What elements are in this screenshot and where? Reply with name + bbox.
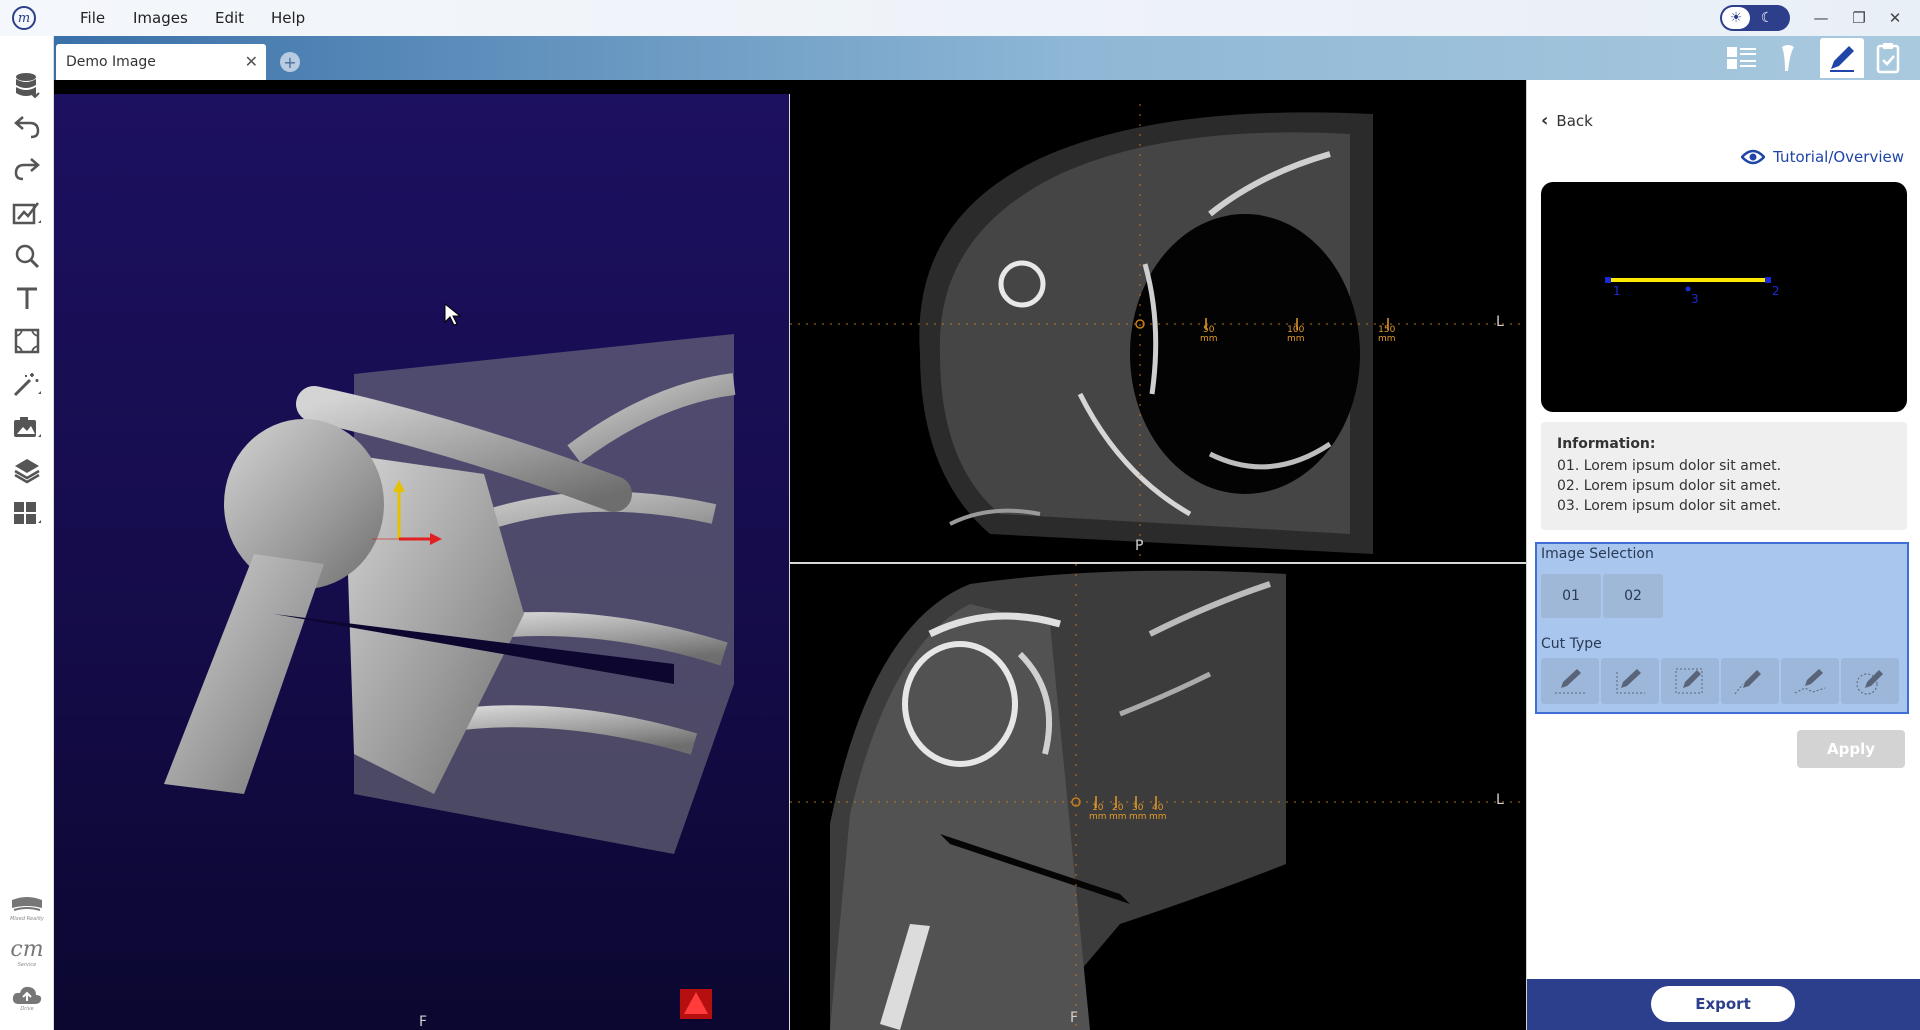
corner-cut-icon xyxy=(1616,669,1645,694)
info-line: 03. Lorem ipsum dolor sit amet. xyxy=(1557,498,1782,514)
menu-file[interactable]: File xyxy=(80,9,105,27)
coronal-scale-20: 20 mm xyxy=(1109,803,1127,822)
mixed-reality-label: Mixed Reality xyxy=(10,916,44,922)
axial-ct-image xyxy=(790,104,1526,562)
list-view-icon[interactable] xyxy=(1720,38,1764,78)
line-cut-icon xyxy=(1555,669,1585,694)
bone-tool-icon[interactable] xyxy=(1766,38,1810,78)
orientation-label-coronal-right: L xyxy=(1496,792,1504,808)
export-bar: Export xyxy=(1527,979,1920,1030)
menu-images[interactable]: Images xyxy=(133,9,188,27)
service-label: Service xyxy=(17,962,37,968)
tab-demo-image[interactable]: Demo Image ✕ xyxy=(56,44,266,80)
image-select-01-button[interactable]: 01 xyxy=(1541,574,1601,618)
preview-point-2: 2 xyxy=(1772,284,1780,298)
coronal-scale-10: 10 mm xyxy=(1089,803,1107,822)
info-title: Information: xyxy=(1557,436,1656,452)
sun-icon: ☀ xyxy=(1722,7,1750,29)
zoom-icon[interactable] xyxy=(10,239,44,273)
add-tab-button[interactable]: + xyxy=(280,52,300,72)
orientation-label-coronal-bottom: F xyxy=(1070,1010,1079,1026)
image-viewer: F 50 mm 100 mm 150 mm L P 10 mm 20 mm 30… xyxy=(54,80,1526,1030)
polyline-cut-icon xyxy=(1794,669,1826,694)
tab-label: Demo Image xyxy=(66,54,156,70)
tool-sidebar: Mixed Reality cm Service Drive xyxy=(0,36,54,1030)
line-cut-button[interactable] xyxy=(1541,658,1599,704)
coronal-ct-image xyxy=(790,564,1526,1030)
preview-point-1: 1 xyxy=(1613,284,1621,298)
orientation-label-axial-bottom: P xyxy=(1135,538,1144,554)
restore-button[interactable]: ❐ xyxy=(1844,6,1874,30)
drive-label: Drive xyxy=(20,1006,34,1012)
cut-type-title: Cut Type xyxy=(1541,636,1602,652)
cut-tool-panel: ‹ Back Tutorial/Overview 1 3 2 Informati… xyxy=(1526,80,1920,1030)
minimize-button[interactable]: — xyxy=(1806,6,1836,30)
axial-scale-50: 50 mm xyxy=(1200,325,1218,344)
tutorial-overview-link[interactable]: Tutorial/Overview xyxy=(1741,148,1904,166)
menu-edit[interactable]: Edit xyxy=(215,9,244,27)
undo-icon[interactable] xyxy=(10,110,44,144)
box-cut-button[interactable] xyxy=(1661,658,1719,704)
info-line: 02. Lorem ipsum dolor sit amet. xyxy=(1557,478,1782,494)
coronal-scale-30: 30 mm xyxy=(1129,803,1147,822)
tutorial-label: Tutorial/Overview xyxy=(1773,148,1904,166)
annotate-icon[interactable] xyxy=(10,196,44,230)
box-cut-icon xyxy=(1675,668,1703,694)
close-window-button[interactable]: ✕ xyxy=(1880,6,1910,30)
cut-line-preview xyxy=(1605,277,1771,292)
eye-icon xyxy=(1741,149,1766,165)
layout-icon[interactable] xyxy=(10,496,44,530)
menu-help[interactable]: Help xyxy=(271,9,305,27)
freehand-cut-button[interactable] xyxy=(1841,658,1899,704)
axial-scale-150: 150 mm xyxy=(1378,325,1396,344)
theme-toggle[interactable]: ☀ ☾ xyxy=(1720,5,1790,31)
plane-cut-icon xyxy=(1734,670,1761,695)
orientation-label-3d-bottom: F xyxy=(419,1014,428,1030)
back-label: Back xyxy=(1556,111,1593,130)
axial-scale-100: 100 mm xyxy=(1287,325,1305,344)
selection-panel: Image Selection 01 02 Cut Type xyxy=(1535,542,1909,714)
chevron-left-icon: ‹ xyxy=(1541,110,1549,131)
moon-icon: ☾ xyxy=(1760,10,1774,26)
viewport-3d[interactable]: F xyxy=(54,94,789,1030)
preview-point-3: 3 xyxy=(1691,292,1699,306)
magic-wand-icon[interactable] xyxy=(10,367,44,401)
corner-cut-button[interactable] xyxy=(1601,658,1659,704)
image-select-02-button[interactable]: 02 xyxy=(1603,574,1663,618)
tab-close-button[interactable]: ✕ xyxy=(245,52,258,71)
cut-preview: 1 3 2 xyxy=(1541,182,1907,412)
cloud-drive-icon[interactable]: Drive xyxy=(10,978,44,1018)
polyline-cut-button[interactable] xyxy=(1781,658,1839,704)
orientation-label-axial-right: L xyxy=(1496,314,1504,330)
frame-icon[interactable] xyxy=(10,324,44,358)
coronal-scale-40: 40 mm xyxy=(1149,803,1167,822)
layers-icon[interactable] xyxy=(10,453,44,487)
edit-pen-icon[interactable] xyxy=(1820,38,1864,78)
tab-bar: Demo Image ✕ + xyxy=(54,36,1920,80)
back-button[interactable]: ‹ Back xyxy=(1541,110,1593,131)
image-selection-title: Image Selection xyxy=(1541,546,1654,562)
text-tool-icon[interactable] xyxy=(10,281,44,315)
screenshot-icon[interactable] xyxy=(10,410,44,444)
mixed-reality-icon[interactable]: Mixed Reality xyxy=(10,888,44,928)
freehand-cut-icon xyxy=(1856,670,1883,695)
apply-button[interactable]: Apply xyxy=(1797,730,1905,768)
information-box: Information: 01. Lorem ipsum dolor sit a… xyxy=(1541,422,1907,530)
database-icon[interactable] xyxy=(10,68,44,102)
info-line: 01. Lorem ipsum dolor sit amet. xyxy=(1557,458,1782,474)
title-bar: m File Images Edit Help ☀ ☾ — ❐ ✕ xyxy=(0,0,1920,36)
viewport-axial[interactable]: 50 mm 100 mm 150 mm L P xyxy=(790,94,1526,562)
plane-cut-button[interactable] xyxy=(1721,658,1779,704)
export-button[interactable]: Export xyxy=(1651,986,1795,1022)
service-icon[interactable]: cm Service xyxy=(10,933,44,973)
clipboard-report-icon[interactable] xyxy=(1866,38,1910,78)
3d-bone-render xyxy=(164,302,736,1019)
app-logo-icon: m xyxy=(12,6,36,30)
redo-icon[interactable] xyxy=(10,152,44,186)
viewport-coronal[interactable]: 10 mm 20 mm 30 mm 40 mm L F xyxy=(790,564,1526,1030)
